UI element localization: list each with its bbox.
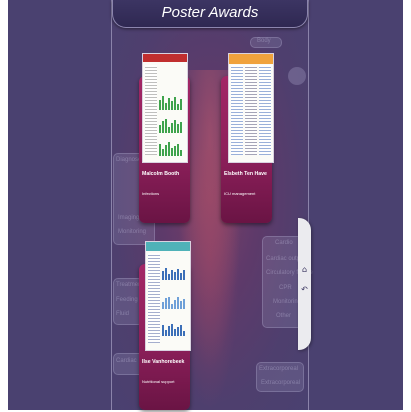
poster-text-column <box>145 65 157 155</box>
ghost-left-lower-item-1: Fluid <box>116 311 130 317</box>
ghost-left-item-1: Monitoring <box>118 229 147 235</box>
ghost-left-item-0: Imaging <box>118 215 140 221</box>
home-icon[interactable]: ⌂ <box>299 264 310 275</box>
poster-card-1[interactable]: Malcolm Booth Infections <box>139 53 190 223</box>
poster-text-column <box>245 65 257 155</box>
poster-topic: Nutritional support <box>142 379 175 384</box>
page-title: Poster Awards <box>161 4 259 21</box>
ghost-right-heading: Cardio <box>275 240 293 246</box>
poster-author: Ilse Vanhorebeek <box>142 359 185 365</box>
title-bar: Poster Awards <box>112 0 308 28</box>
ghost-right-bottom-heading: Extracorporeal <box>259 366 299 372</box>
poster-card-3[interactable]: Ilse Vanhorebeek Nutritional support <box>139 241 191 410</box>
poster-bar-chart <box>159 142 182 156</box>
left-panel <box>8 0 111 410</box>
poster-author: Malcolm Booth <box>142 171 180 177</box>
ghost-left-heading: Diagnose <box>116 157 142 163</box>
ghost-right-item-2: CPR <box>279 285 292 291</box>
poster-header <box>229 54 273 64</box>
ghost-right-item-3: Monitoring <box>273 299 302 305</box>
poster-bar-chart <box>159 119 182 133</box>
poster-text-column <box>231 65 243 155</box>
poster-text-column <box>259 65 271 155</box>
poster-header <box>146 242 190 251</box>
poster-topic: Infections <box>142 191 160 196</box>
ghost-top-label: Body <box>257 38 271 44</box>
poster-text-column <box>148 253 160 343</box>
poster-bar-chart <box>162 324 185 336</box>
ghost-right-bottom-item: Extracorporeal <box>261 380 301 386</box>
side-nav-tab[interactable]: ⌂ ↶ <box>298 218 311 350</box>
poster-bar-chart <box>159 96 182 110</box>
ghost-circle-icon <box>288 67 306 85</box>
poster-author: Elsbeth Ten Have <box>224 171 267 177</box>
poster-header <box>143 54 187 62</box>
poster-thumbnail-3[interactable] <box>145 241 191 351</box>
ghost-left-lower-item-0: Feeding <box>116 297 138 303</box>
poster-thumbnail-2[interactable] <box>228 53 274 163</box>
ghost-left-bottom: Cardiac <box>116 358 137 364</box>
poster-bar-chart <box>162 268 185 280</box>
poster-thumbnail-1[interactable] <box>142 53 188 163</box>
ghost-right-item-4: Other <box>276 313 292 319</box>
right-panel <box>307 0 403 410</box>
poster-bar-chart <box>162 297 185 309</box>
back-arrow-icon[interactable]: ↶ <box>299 284 310 295</box>
poster-topic: ICU management <box>224 191 256 196</box>
poster-card-2[interactable]: Elsbeth Ten Have ICU management <box>221 53 274 223</box>
